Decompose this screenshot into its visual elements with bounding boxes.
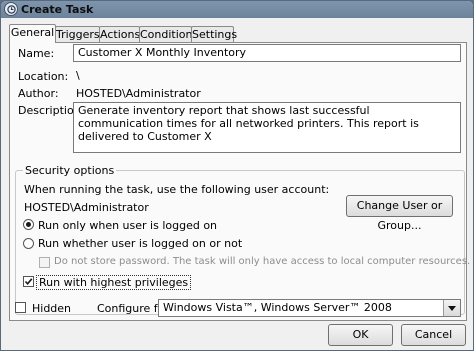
change-user-button[interactable]: Change User or Group... (346, 195, 453, 232)
account-value: HOSTED\Administrator (24, 201, 149, 214)
run-whether-logged-on-radio[interactable] (23, 238, 34, 249)
hidden-label[interactable]: Hidden (32, 302, 71, 315)
ok-button[interactable]: OK (328, 324, 393, 346)
author-label: Author: (18, 87, 59, 100)
do-not-store-password-checkbox[interactable] (39, 257, 50, 268)
run-whether-logged-on-label[interactable]: Run whether user is logged on or not (38, 237, 242, 250)
location-value: \ (76, 69, 80, 82)
checkmark-icon (24, 278, 33, 286)
configure-for-value: Windows Vista™, Windows Server™ 2008 (163, 301, 392, 314)
tab-settings[interactable]: Settings (191, 26, 237, 42)
title-bar[interactable]: Create Task (1, 1, 473, 18)
security-options-legend: Security options (23, 164, 117, 177)
configure-for-select[interactable]: Windows Vista™, Windows Server™ 2008 (158, 299, 461, 317)
cancel-button[interactable]: Cancel (401, 324, 466, 346)
hidden-checkbox[interactable] (15, 302, 26, 313)
description-value: Generate inventory report that shows las… (78, 104, 419, 143)
account-prompt: When running the task, use the following… (24, 183, 330, 196)
name-field[interactable]: Customer X Monthly Inventory (73, 44, 461, 62)
description-field[interactable]: Generate inventory report that shows las… (73, 102, 461, 153)
author-value: HOSTED\Administrator (76, 87, 201, 100)
name-value: Customer X Monthly Inventory (78, 46, 247, 59)
tab-general[interactable]: General (9, 24, 56, 43)
name-label: Name: (18, 47, 55, 60)
do-not-store-password-label: Do not store password. The task will onl… (54, 256, 471, 267)
create-task-window: Create Task General Triggers Actions Con… (0, 0, 474, 351)
location-label: Location: (18, 70, 69, 83)
run-only-logged-on-radio[interactable] (23, 219, 34, 230)
highest-privileges-label[interactable]: Run with highest privileges (36, 275, 192, 290)
tab-conditions[interactable]: Conditions (139, 26, 198, 42)
tab-triggers[interactable]: Triggers (55, 26, 100, 42)
window-title: Create Task (21, 3, 94, 16)
tab-actions[interactable]: Actions (99, 26, 140, 42)
highest-privileges-checkbox[interactable] (23, 276, 34, 287)
task-scheduler-icon (4, 2, 18, 16)
run-only-logged-on-label[interactable]: Run only when user is logged on (38, 219, 217, 232)
dropdown-arrow-icon[interactable] (443, 300, 460, 316)
